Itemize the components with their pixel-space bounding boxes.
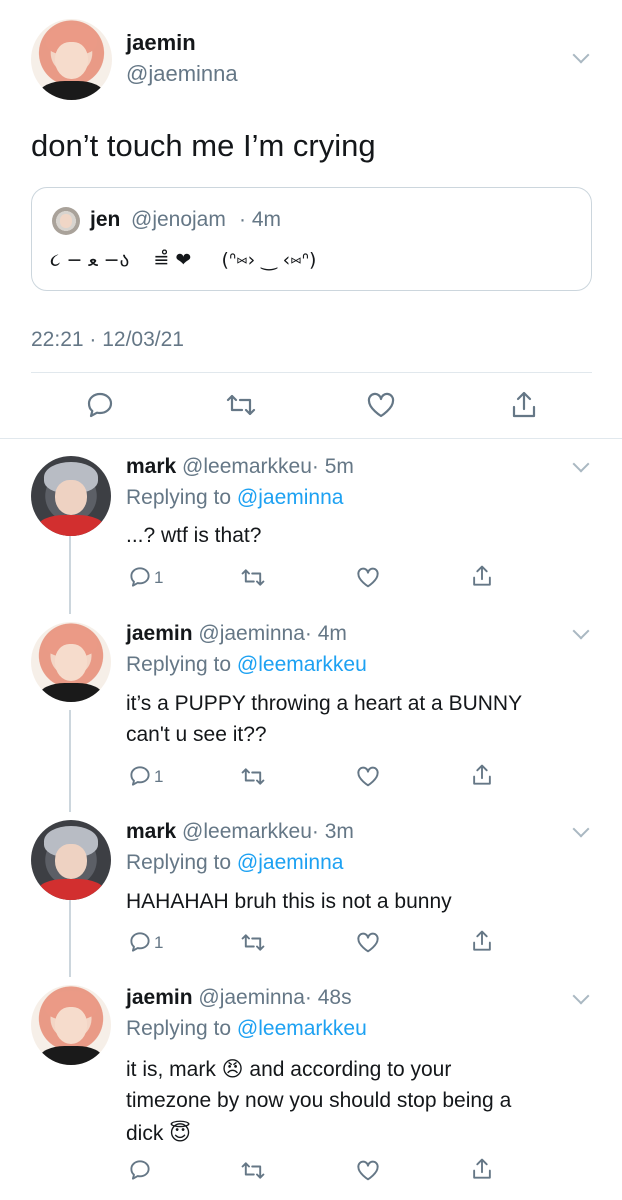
quote-text: ૮ − ﻌ −ა ≡̊̊ ❤︎ (ᐢ⑅› ‿ ‹⑅ᐢ) [50, 249, 317, 271]
retweet-icon[interactable] [241, 766, 265, 787]
like-icon[interactable] [366, 392, 396, 418]
replying-to-link[interactable]: @leemarkkeu [237, 653, 367, 676]
reply-avatar[interactable] [31, 622, 111, 702]
reply-time: · 3m [311, 820, 354, 843]
chevron-down-icon[interactable] [572, 455, 590, 473]
reply-avatar[interactable] [31, 820, 111, 900]
reply-text-line: can't u see it?? [126, 723, 267, 746]
reply-text-line: ...? wtf is that? [126, 524, 262, 547]
like-icon[interactable] [356, 766, 380, 787]
reply-icon[interactable] [129, 931, 151, 953]
reply-count: 1 [154, 767, 164, 786]
like-icon[interactable] [356, 1160, 380, 1181]
chevron-down-icon[interactable] [572, 46, 590, 64]
reply-text-line: it is, mark 😠 and according to your [126, 1058, 452, 1081]
chevron-down-icon[interactable] [572, 820, 590, 838]
quote-time: · 4m [239, 208, 281, 231]
thread-line [69, 710, 71, 812]
reply-text-line: it’s a PUPPY throwing a heart at a BUNNY [126, 692, 523, 715]
reply-header: jaemin @jaeminna· 4m [126, 622, 347, 646]
main-avatar[interactable] [31, 19, 112, 100]
reply-icon[interactable] [86, 391, 114, 419]
reply-time: · 5m [311, 455, 354, 478]
reply-author-handle[interactable]: @leemarkkeu [182, 455, 312, 478]
reply-text-line: dick 😇 [126, 1122, 192, 1145]
replying-to-label: Replying to [126, 851, 232, 874]
main-tweet-text: don’t touch me I’m crying [31, 128, 376, 163]
reply-time: · 48s [304, 986, 352, 1009]
quote-author-name: jen [90, 208, 121, 231]
reply-header: mark @leemarkkeu· 5m [126, 455, 354, 479]
retweet-icon[interactable] [241, 932, 265, 953]
reply-time: · 4m [304, 622, 347, 645]
replying-to-link[interactable]: @jaeminna [237, 486, 344, 509]
chevron-down-icon[interactable] [572, 987, 590, 1005]
quote-author-handle: @jenojam [131, 208, 226, 231]
chevron-down-icon[interactable] [572, 622, 590, 640]
replying-to: Replying to @jaeminna [126, 486, 343, 510]
retweet-icon[interactable] [241, 1160, 265, 1181]
replying-to-label: Replying to [126, 1017, 232, 1040]
retweet-icon[interactable] [226, 392, 256, 418]
share-icon[interactable] [471, 564, 493, 588]
divider [31, 372, 592, 373]
reply-count: 1 [154, 933, 164, 952]
quote-avatar [52, 207, 80, 235]
retweet-icon[interactable] [241, 567, 265, 588]
divider [0, 438, 622, 439]
replying-to-link[interactable]: @jaeminna [237, 851, 344, 874]
share-icon[interactable] [471, 1157, 493, 1181]
replying-to: Replying to @leemarkkeu [126, 653, 367, 677]
reply-text-line: HAHAHAH bruh this is not a bunny [126, 890, 452, 913]
reply-author-name[interactable]: mark [126, 820, 176, 843]
replying-to-label: Replying to [126, 486, 232, 509]
reply-author-name[interactable]: mark [126, 455, 176, 478]
like-icon[interactable] [356, 567, 380, 588]
replying-to: Replying to @leemarkkeu [126, 1017, 367, 1041]
reply-author-name[interactable]: jaemin [126, 622, 193, 645]
reply-count: 1 [154, 568, 164, 587]
replying-to: Replying to @jaeminna [126, 851, 343, 875]
replying-to-link[interactable]: @leemarkkeu [237, 1017, 367, 1040]
reply-author-handle[interactable]: @jaeminna [198, 986, 305, 1009]
share-icon[interactable] [471, 763, 493, 787]
replying-to-label: Replying to [126, 653, 232, 676]
reply-author-name[interactable]: jaemin [126, 986, 193, 1009]
reply-author-handle[interactable]: @jaeminna [198, 622, 305, 645]
reply-icon[interactable] [129, 1159, 151, 1181]
quote-tweet-card[interactable]: jen @jenojam · 4m ૮ − ﻌ −ა ≡̊̊ ❤︎ (ᐢ⑅› ‿… [31, 187, 592, 291]
main-author-handle[interactable]: @jaeminna [126, 61, 238, 87]
main-timestamp: 22:21 · 12/03/21 [31, 328, 184, 351]
reply-icon[interactable] [129, 566, 151, 588]
share-icon[interactable] [471, 929, 493, 953]
reply-author-handle[interactable]: @leemarkkeu [182, 820, 312, 843]
main-author-name[interactable]: jaemin [126, 30, 196, 56]
like-icon[interactable] [356, 932, 380, 953]
reply-text-line: timezone by now you should stop being a [126, 1089, 512, 1112]
reply-header: jaemin @jaeminna· 48s [126, 986, 352, 1010]
reply-avatar[interactable] [31, 456, 111, 536]
reply-header: mark @leemarkkeu· 3m [126, 820, 354, 844]
reply-avatar[interactable] [31, 985, 111, 1065]
reply-icon[interactable] [129, 765, 151, 787]
share-icon[interactable] [510, 390, 538, 420]
thread-line [69, 889, 71, 977]
